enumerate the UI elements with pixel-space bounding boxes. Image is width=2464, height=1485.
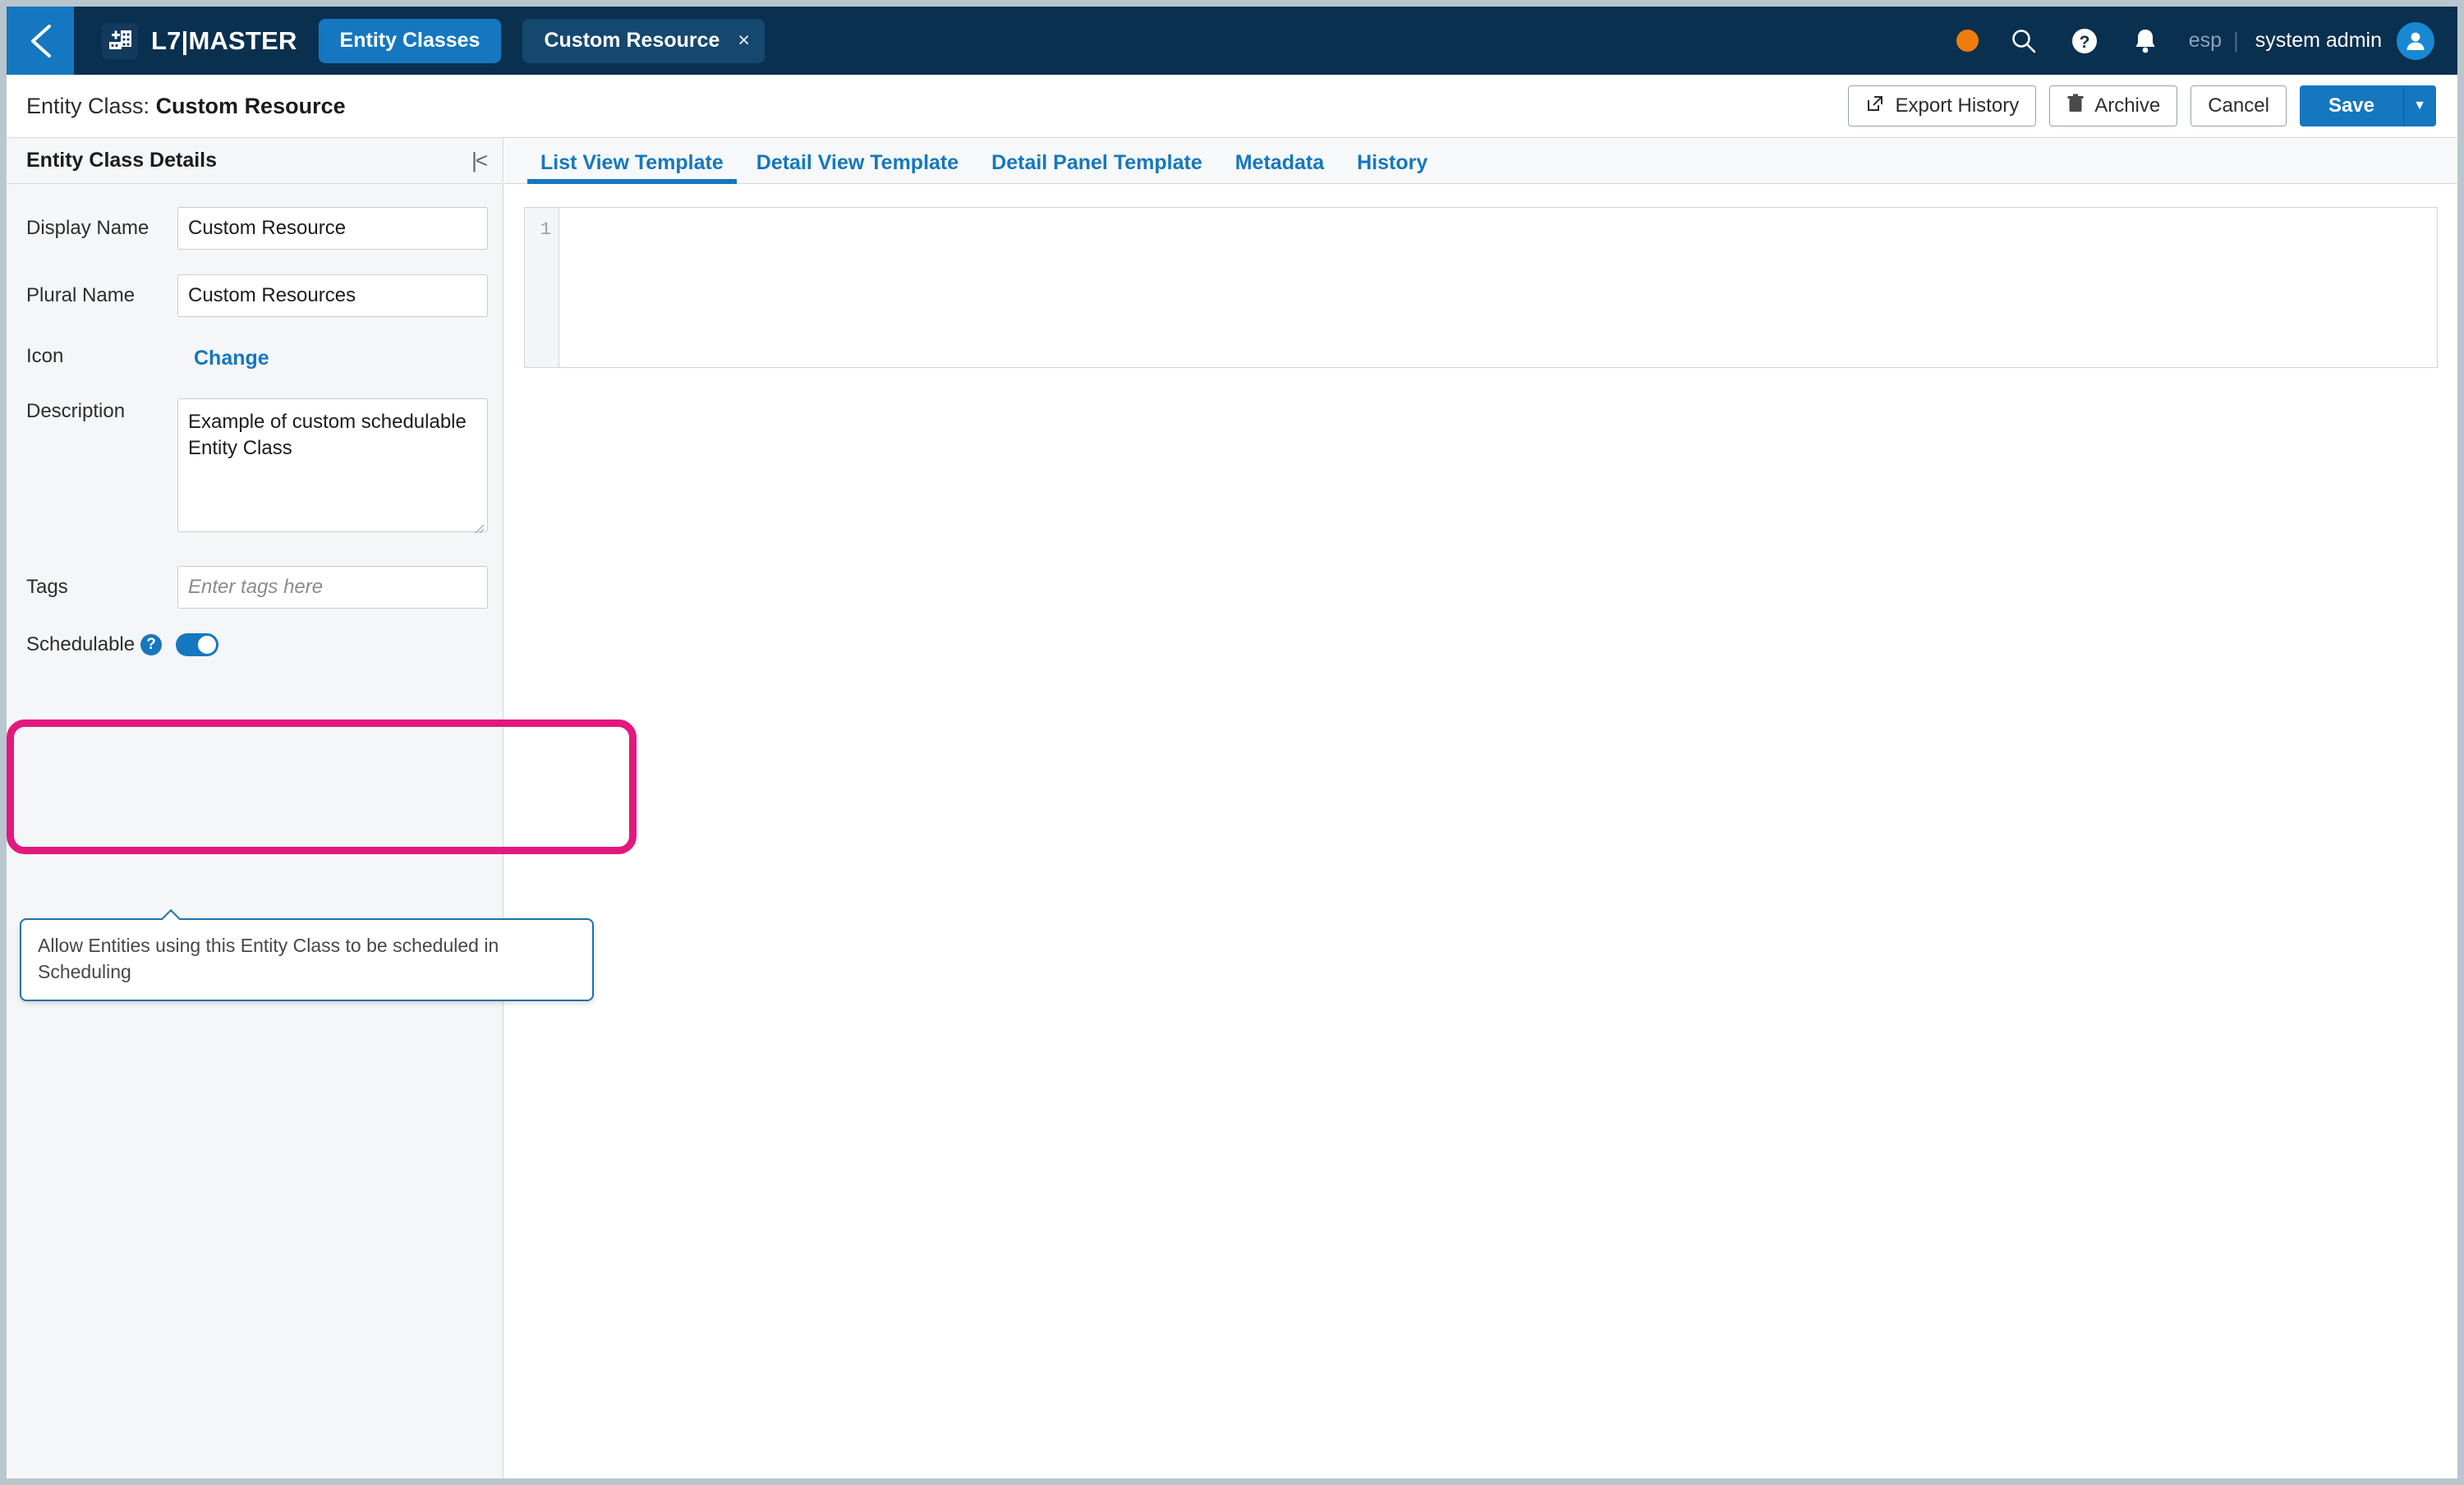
svg-text:?: ? [2079,33,2089,52]
template-editor-panel: List View Template Detail View Template … [504,138,2457,1478]
user-name-label: system admin [2255,29,2382,52]
save-label: Save [2328,94,2374,117]
description-textarea[interactable] [177,398,488,532]
separator: | [2233,28,2239,53]
entity-class-form: Display Name Plural Name Icon Change Des… [7,184,503,661]
status-indicator-dot[interactable] [1956,30,1979,52]
brand-title: L7|MASTER [151,25,297,55]
entity-class-details-header: Entity Class Details |< [7,138,503,184]
help-circle-icon[interactable]: ? [140,634,163,655]
schedulable-label: Schedulable [26,633,136,655]
tab-label: Detail Panel Template [991,151,1202,174]
back-button[interactable] [7,7,74,75]
description-wrapper [177,398,488,536]
brand[interactable]: L7|MASTER [102,22,297,59]
line-number: 1 [540,219,551,240]
tab-detail-view-template[interactable]: Detail View Template [740,151,975,183]
tab-label: Metadata [1234,151,1325,174]
entity-class-details-title: Entity Class Details [26,149,218,172]
line-number-gutter: 1 [525,208,559,367]
tab-list-view-template[interactable]: List View Template [524,151,740,184]
top-navigation-bar: L7|MASTER Entity Classes Custom Resource… [7,7,2457,75]
save-split-button: Save ▼ [2299,85,2436,126]
page-title-value: Custom Resource [155,93,346,118]
schedulable-tooltip: Allow Entities using this Entity Class t… [20,918,594,1002]
field-plural-name: Plural Name [7,274,503,317]
external-link-icon [1865,94,1885,119]
toggle-knob [198,636,217,654]
display-name-input[interactable] [177,207,488,250]
close-icon[interactable]: × [738,29,750,53]
page-title: Entity Class: Custom Resource [26,94,346,119]
template-tab-bar: List View Template Detail View Template … [504,138,2457,184]
document-tab-custom-resource[interactable]: Custom Resource × [522,18,765,63]
page-action-bar: Entity Class: Custom Resource Export His… [7,75,2457,138]
plural-name-input[interactable] [177,274,488,317]
field-display-name: Display Name [7,207,503,250]
chevron-left-icon [25,23,56,59]
help-circle-icon[interactable]: ? [2067,24,2102,58]
search-icon[interactable] [2007,24,2041,58]
field-icon: Icon Change [7,342,503,370]
lab-building-icon [102,22,138,59]
tab-label: History [1357,151,1428,174]
chevron-down-icon: ▼ [2413,99,2426,113]
display-name-label: Display Name [26,217,149,239]
field-description: Description [7,398,503,536]
tab-label: List View Template [540,151,724,174]
nav-tab-label: Entity Classes [339,29,480,52]
tooltip-text: Allow Entities using this Entity Class t… [38,935,499,982]
tooltip-arrow-icon [161,909,181,920]
tab-history[interactable]: History [1340,151,1444,183]
top-bar-right-cluster: ? esp | system admin [1956,21,2457,60]
export-history-label: Export History [1895,94,2020,117]
archive-label: Archive [2094,94,2161,117]
tab-metadata[interactable]: Metadata [1219,151,1340,183]
plural-name-label: Plural Name [26,284,136,306]
application-window: L7|MASTER Entity Classes Custom Resource… [7,7,2457,1478]
export-history-button[interactable]: Export History [1848,85,2037,126]
icon-change-link[interactable]: Change [177,342,269,370]
entity-class-details-panel: Entity Class Details |< Display Name Plu… [7,138,594,1478]
page-actions: Export History Archive Cancel Save ▼ [1848,85,2457,126]
tab-detail-panel-template[interactable]: Detail Panel Template [975,151,1219,183]
tab-label: Detail View Template [756,151,959,174]
user-avatar-icon[interactable] [2397,21,2434,60]
page-title-prefix: Entity Class: [26,93,150,118]
collapse-panel-icon[interactable]: |< [471,148,488,173]
code-editor[interactable]: 1 [524,207,2438,368]
cancel-label: Cancel [2208,94,2269,117]
save-dropdown-toggle[interactable]: ▼ [2403,85,2436,126]
icon-label: Icon [26,345,64,367]
bell-icon[interactable] [2128,24,2163,58]
field-schedulable: Schedulable ? [7,628,503,661]
description-label: Description [26,400,126,422]
field-tags: Tags [7,566,503,609]
tags-input[interactable] [177,566,488,609]
schedulable-toggle[interactable] [176,633,219,656]
code-editor-textarea[interactable] [559,208,2437,367]
cancel-button[interactable]: Cancel [2190,85,2287,126]
archive-button[interactable]: Archive [2049,85,2178,126]
tags-label: Tags [26,576,68,598]
trash-icon [2066,94,2085,119]
tenant-label: esp [2188,29,2223,52]
document-tab-label: Custom Resource [544,29,720,52]
nav-tab-entity-classes[interactable]: Entity Classes [318,18,502,63]
save-button[interactable]: Save [2299,85,2403,126]
code-editor-wrapper: 1 [504,184,2457,368]
